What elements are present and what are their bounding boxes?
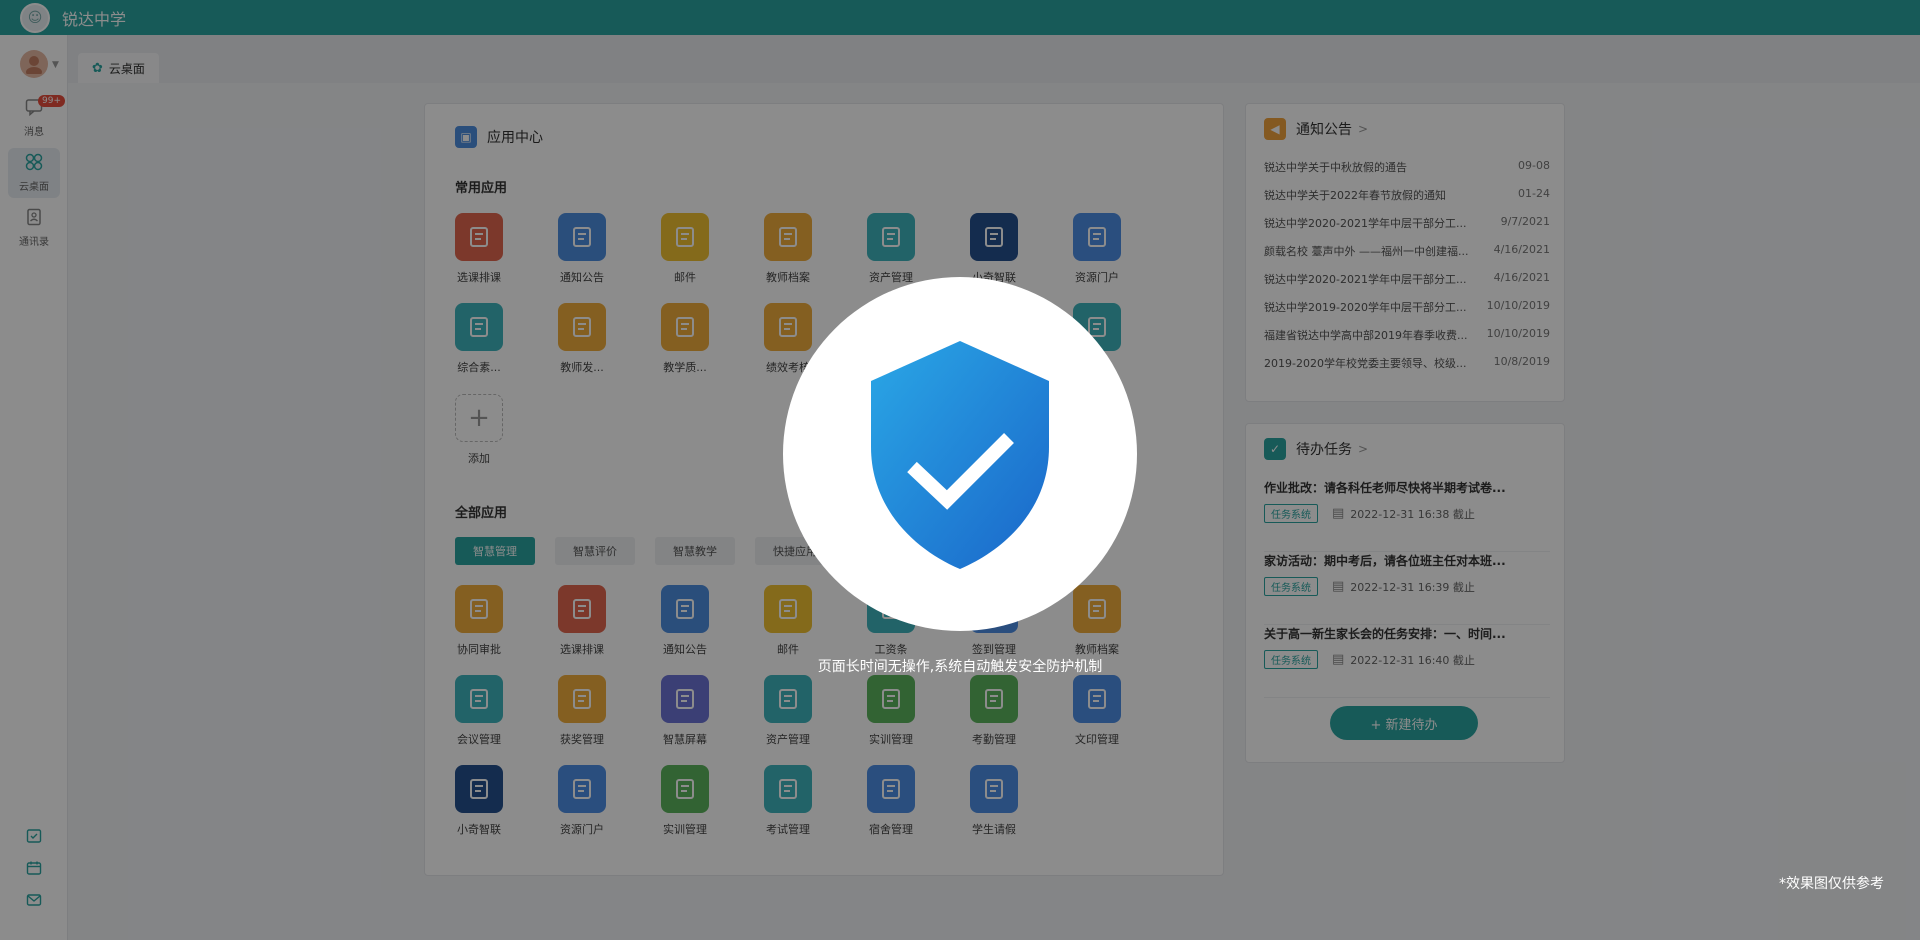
shield-check-icon: [871, 341, 1049, 569]
security-message: 页面长时间无操作,系统自动触发安全防护机制: [817, 659, 1103, 675]
security-shield-badge: [783, 277, 1137, 631]
reference-note: *效果图仅供参考: [1779, 876, 1884, 892]
